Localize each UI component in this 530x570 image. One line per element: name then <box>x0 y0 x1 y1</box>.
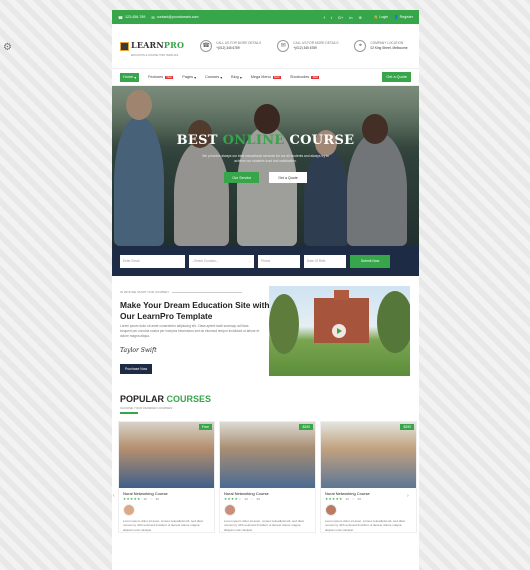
tree-shape <box>377 291 410 353</box>
envelope-icon: ✉ <box>277 40 290 52</box>
course-select[interactable]: --Select Courses-- ⌄ <box>189 254 254 268</box>
section-subtitle: CHOOSE YOUR DESIRED COURSES <box>120 406 173 410</box>
google-plus-icon[interactable]: G+ <box>338 15 343 20</box>
lock-icon: 🔒 <box>373 15 379 19</box>
our-service-button[interactable]: Our Service <box>224 172 260 183</box>
course-image: Free <box>119 422 214 488</box>
site-logo[interactable]: LEARNPRO EDUCATION & COURSE HTML TEMPLAT… <box>120 35 184 57</box>
hero-title: BEST ONLINE COURSE <box>176 133 355 148</box>
register-link[interactable]: 👤 Register <box>394 15 413 19</box>
new-badge: New <box>311 75 320 79</box>
star-rating: ★★★★★ <box>325 497 343 501</box>
nav-home[interactable]: Home ▾ <box>120 72 140 82</box>
hero-get-quote-button[interactable]: Get a Quote <box>269 172 307 183</box>
play-icon[interactable] <box>332 324 346 338</box>
campus-video-thumbnail[interactable] <box>269 286 410 376</box>
price-badge: Free <box>199 424 212 430</box>
date-of-birth-field[interactable]: Date Of Birth <box>304 254 346 268</box>
phone-field[interactable]: Phone <box>258 254 300 268</box>
page-frame: ☎ 123-456-789 ✉ contact@yourdomain.com f t… <box>112 10 419 570</box>
course-title[interactable]: Nural Networking Course <box>325 491 412 496</box>
top-bar: ☎ 123-456-789 ✉ contact@yourdomain.com f t… <box>112 10 419 24</box>
course-description: Lorem ipsum dolor sit amet, consec tetua… <box>325 519 406 532</box>
course-card[interactable]: $290 Nural Networking Course ★★★★★ 20 ♡ 66 … <box>320 421 417 534</box>
contact-phone: ☎ CALL US FOR MORE DETAILS +(012) 345 678… <box>200 40 261 52</box>
logo-mark-icon <box>120 41 129 51</box>
star-rating: ★★★★☆ <box>224 497 242 501</box>
heart-icon: ♡ <box>351 497 355 501</box>
hero-overlay <box>112 86 419 246</box>
heart-icon: ♡ <box>149 497 153 501</box>
nav-features[interactable]: Features New <box>148 75 174 79</box>
course-image: $290 <box>321 422 416 488</box>
course-title[interactable]: Nural Networking Course <box>224 491 311 496</box>
about-heading: Make Your Dream Education Site with Our … <box>120 300 270 321</box>
nav-shortcodes[interactable]: Shortcodes New <box>290 75 320 79</box>
course-carousel: Free Nural Networking Course ★★★★★ 20 ♡ 66 … <box>118 421 417 534</box>
section-divider <box>120 412 138 414</box>
avatar <box>325 504 337 516</box>
section-title: POPULAR COURSES <box>120 394 212 404</box>
linkedin-icon[interactable]: in <box>349 15 352 20</box>
logo-tagline: EDUCATION & COURSE HTML TEMPLATE <box>131 54 179 57</box>
new-badge: New <box>272 75 281 79</box>
chevron-left-icon[interactable]: ‹ <box>113 493 115 499</box>
topbar-email[interactable]: ✉ contact@yourdomain.com <box>151 15 198 20</box>
map-pin-icon: ⌖ <box>354 40 367 52</box>
price-badge: $290 <box>299 424 313 430</box>
course-card[interactable]: Free Nural Networking Course ★★★★★ 20 ♡ 66 … <box>118 421 215 534</box>
avatar <box>123 504 135 516</box>
phone-icon: ☎ <box>118 14 123 20</box>
user-icon: 👤 <box>394 15 399 19</box>
enroll-form: Enter Email --Select Courses-- ⌄ Phone Da… <box>112 246 419 276</box>
get-quote-button[interactable]: Get a Quote <box>382 72 411 82</box>
login-link[interactable]: 🔒 Login <box>374 15 388 19</box>
about-section: IN 2018 WE START OUR JOURNEY Make Your D… <box>112 276 419 386</box>
about-kicker: IN 2018 WE START OUR JOURNEY <box>120 290 242 294</box>
phone-icon: ☎ <box>200 40 213 52</box>
nav-courses[interactable]: Courses ▾ <box>205 75 222 80</box>
dribbble-icon[interactable]: ⊕ <box>358 15 361 20</box>
course-description: Lorem ipsum dolor sit amet, consec tetua… <box>224 519 305 532</box>
course-card[interactable]: $290 Nural Networking Course ★★★★☆ 20 ♡ 66 … <box>219 421 316 534</box>
auth-links: 🔒 Login 👤 Register <box>374 15 413 19</box>
logo-text-accent: PRO <box>163 40 185 50</box>
twitter-icon[interactable]: t <box>331 15 332 20</box>
tree-shape <box>269 294 299 354</box>
price-badge: $290 <box>400 424 414 430</box>
logo-text: LEARN <box>131 40 164 50</box>
purchase-now-button[interactable]: Purchase Now <box>120 364 153 374</box>
email-field[interactable]: Enter Email <box>120 254 185 268</box>
course-title[interactable]: Nural Networking Course <box>123 491 210 496</box>
topbar-phone[interactable]: ☎ 123-456-789 <box>118 15 145 20</box>
chevron-down-icon: ⌄ <box>248 259 251 263</box>
submit-button[interactable]: Submit Now <box>350 254 390 268</box>
popular-courses-section: POPULAR COURSES CHOOSE YOUR DESIRED COUR… <box>112 386 419 546</box>
site-header: LEARNPRO EDUCATION & COURSE HTML TEMPLAT… <box>112 24 419 68</box>
mail-icon: ✉ <box>151 14 155 20</box>
signature: Taylor Swift <box>120 347 157 354</box>
avatar <box>224 504 236 516</box>
settings-gear-icon[interactable]: ⚙ <box>3 43 13 53</box>
nav-mega-menu[interactable]: Mega Menu New <box>251 75 281 79</box>
new-badge: New <box>165 75 174 79</box>
facebook-icon[interactable]: f <box>324 15 325 20</box>
nav-pages[interactable]: Pages ▾ <box>182 75 196 80</box>
hero-text: We provides always our best educational … <box>202 154 329 163</box>
course-description: Lorem ipsum dolor sit amet, consec tetua… <box>123 519 204 532</box>
about-description: Lorem ipsum dolor sit amet consectetur a… <box>120 324 260 338</box>
course-image: $290 <box>220 422 315 488</box>
hero-banner: BEST ONLINE COURSE We provides always ou… <box>112 86 419 246</box>
contact-location: ⌖ COMPANY LOCATION 02 King Street, Melbou… <box>354 40 408 52</box>
main-nav: Home ▾ Features New Pages ▾ Courses ▾ Blo… <box>112 68 419 86</box>
social-links: f t G+ in ⊕ <box>324 15 362 20</box>
nav-blog[interactable]: Blog ▾ <box>231 75 242 80</box>
star-rating: ★★★★★ <box>123 497 141 501</box>
contact-email: ✉ CALL US FOR MORE DETAILS +(012) 345 678… <box>277 40 338 52</box>
heart-icon: ♡ <box>250 497 254 501</box>
